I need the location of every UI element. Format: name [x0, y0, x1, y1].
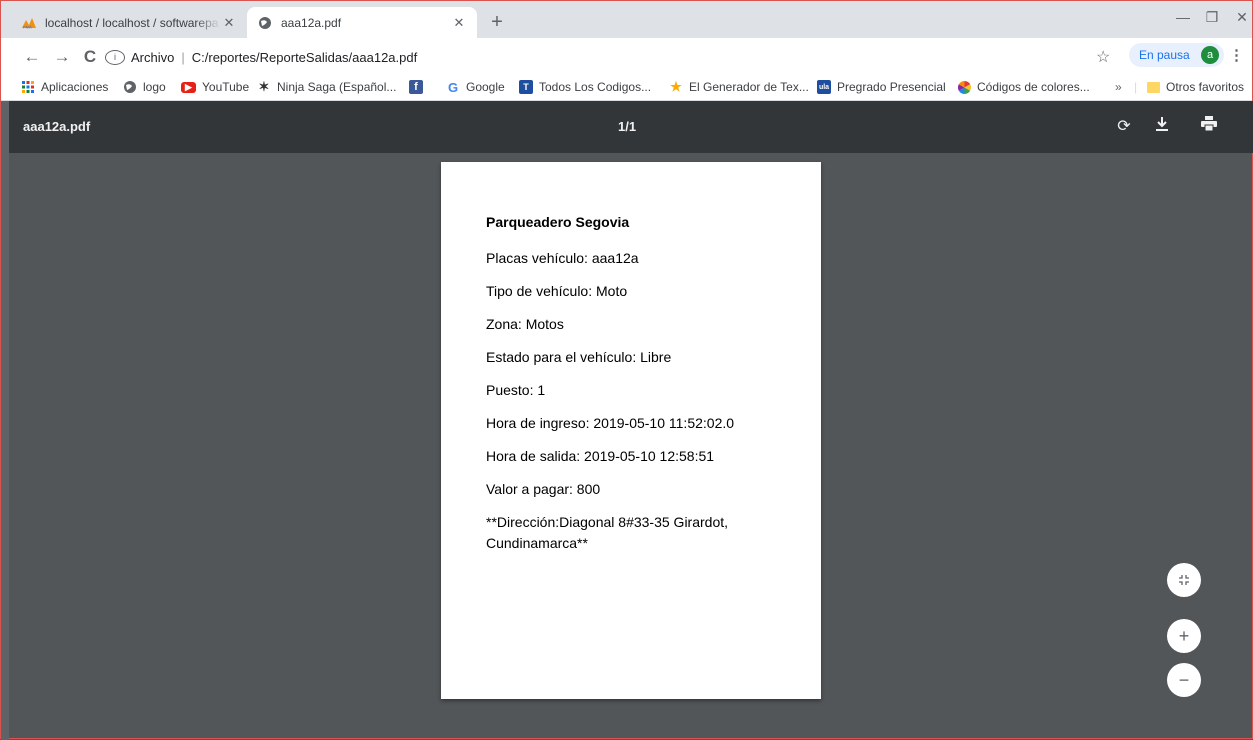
globe-icon	[257, 15, 273, 31]
bookmark-label: El Generador de Tex...	[689, 80, 809, 94]
report-ingreso: Hora de ingreso: 2019-05-10 11:52:02.0	[486, 415, 735, 431]
bookmark-youtube[interactable]: ▶ YouTube	[181, 80, 249, 94]
report-tipo: Tipo de vehículo: Moto	[486, 283, 628, 299]
menu-icon[interactable]: ⋮	[1229, 46, 1244, 64]
new-tab-button[interactable]: +	[485, 10, 509, 34]
close-tab-icon[interactable]: ✕	[221, 15, 237, 31]
forward-icon[interactable]: →	[51, 47, 73, 67]
report-placa: Placas vehículo: aaa12a	[486, 250, 639, 266]
window-edge	[1, 101, 9, 740]
youtube-icon: ▶	[181, 81, 196, 93]
bookmark-aplicaciones[interactable]: Aplicaciones	[21, 80, 108, 94]
close-window-icon[interactable]: ✕	[1227, 9, 1253, 26]
restore-icon[interactable]: ❐	[1197, 9, 1227, 26]
tab-strip: PMA localhost / localhost / softwarepa ✕…	[1, 1, 1252, 38]
bookmark-label: Códigos de colores...	[977, 80, 1090, 94]
close-tab-icon[interactable]: ✕	[451, 15, 467, 31]
tl-icon: T	[519, 80, 533, 94]
bookmark-facebook[interactable]: f	[409, 80, 429, 94]
info-icon[interactable]: i	[105, 49, 125, 65]
address-bar[interactable]: i Archivo | C:/reportes/ReporteSalidas/a…	[105, 44, 1125, 70]
facebook-icon: f	[409, 80, 423, 94]
report-zona: Zona: Motos	[486, 316, 564, 332]
print-icon[interactable]	[1199, 116, 1219, 136]
report-salida: Hora de salida: 2019-05-10 12:58:51	[486, 448, 715, 464]
bookmark-label: logo	[143, 80, 166, 94]
tab-phpmyadmin[interactable]: PMA localhost / localhost / softwarepa ✕	[11, 7, 247, 38]
report-direccion: **Dirección:Diagonal 8#33-35 Girardot,	[486, 514, 729, 530]
apps-grid-icon	[21, 80, 35, 94]
bookmark-label: Todos Los Codigos...	[539, 80, 652, 94]
university-icon: ula	[817, 80, 831, 94]
color-wheel-icon	[957, 80, 971, 94]
page-indicator: 1/1	[618, 119, 637, 134]
google-icon: G	[447, 79, 459, 95]
more-bookmarks-button[interactable]: »	[1115, 80, 1122, 94]
back-icon[interactable]: ←	[21, 47, 43, 67]
tab-title: aaa12a.pdf	[281, 15, 342, 30]
tab-pdf[interactable]: aaa12a.pdf ✕	[247, 7, 477, 38]
bookmark-label: Ninja Saga (Español...	[277, 80, 397, 94]
report-title: Parqueadero Segovia	[486, 214, 630, 230]
profile-button[interactable]: En pausa a	[1129, 43, 1224, 67]
bookmark-google[interactable]: G Google	[446, 79, 505, 95]
report-valor: Valor a pagar: 800	[486, 481, 601, 497]
other-bookmarks-folder[interactable]: Otros favoritos	[1147, 80, 1244, 94]
svg-text:PMA: PMA	[23, 24, 32, 29]
bookmark-generador[interactable]: ★ El Generador de Tex...	[669, 79, 809, 94]
zoom-out-button[interactable]: −	[1167, 663, 1201, 697]
rotate-icon[interactable]: ⟳	[1114, 116, 1134, 136]
bookmark-label: YouTube	[202, 80, 250, 94]
globe-icon	[123, 80, 137, 94]
pdf-filename: aaa12a.pdf	[23, 119, 91, 134]
report-estado: Estado para el vehículo: Libre	[486, 349, 672, 365]
star-icon: ★	[670, 79, 682, 94]
bookmark-label: Otros favoritos	[1166, 80, 1245, 94]
phpmyadmin-icon: PMA	[21, 15, 37, 31]
bookmark-label: Aplicaciones	[41, 80, 109, 94]
minimize-icon[interactable]: —	[1168, 9, 1198, 25]
bookmark-logo[interactable]: logo	[123, 80, 166, 94]
address-toolbar: ← → C i Archivo | C:/reportes/ReporteSal…	[1, 38, 1252, 76]
avatar: a	[1201, 46, 1219, 64]
ninja-icon: ✶	[258, 79, 270, 94]
bookmark-ninja-saga[interactable]: ✶ Ninja Saga (Español...	[257, 79, 397, 94]
bookmark-todos-los-codigos[interactable]: T Todos Los Codigos...	[519, 80, 651, 94]
bookmark-label: Google	[466, 80, 505, 94]
bookmark-codigos-colores[interactable]: Códigos de colores...	[957, 80, 1090, 94]
bookmark-star-icon[interactable]: ☆	[1096, 47, 1110, 67]
report-puesto: Puesto: 1	[486, 382, 546, 398]
bookmarks-divider: |	[1134, 80, 1138, 94]
fit-page-icon	[1179, 575, 1189, 585]
url-separator: |	[181, 49, 185, 65]
zoom-in-button[interactable]: +	[1167, 619, 1201, 653]
bookmarks-bar: Aplicaciones logo ▶ YouTube ✶ Ninja Saga…	[1, 76, 1252, 101]
fit-to-page-button[interactable]	[1167, 563, 1201, 597]
url-prefix: Archivo	[131, 49, 175, 65]
url-text: C:/reportes/ReporteSalidas/aaa12a.pdf	[191, 49, 418, 65]
folder-icon	[1147, 81, 1160, 93]
download-icon[interactable]	[1152, 116, 1172, 137]
tab-title: localhost / localhost / softwarepa	[45, 15, 219, 30]
bookmark-pregrado[interactable]: ula Pregrado Presencial	[817, 80, 946, 94]
report-direccion-cont: Cundinamarca**	[486, 535, 588, 551]
bookmark-label: Pregrado Presencial	[837, 80, 946, 94]
pdf-page: Parqueadero Segovia Placas vehículo: aaa…	[441, 162, 821, 699]
pdf-toolbar: aaa12a.pdf 1/1 ⟳	[9, 101, 1253, 153]
reload-icon[interactable]: C	[79, 47, 101, 67]
profile-status: En pausa	[1139, 48, 1190, 62]
